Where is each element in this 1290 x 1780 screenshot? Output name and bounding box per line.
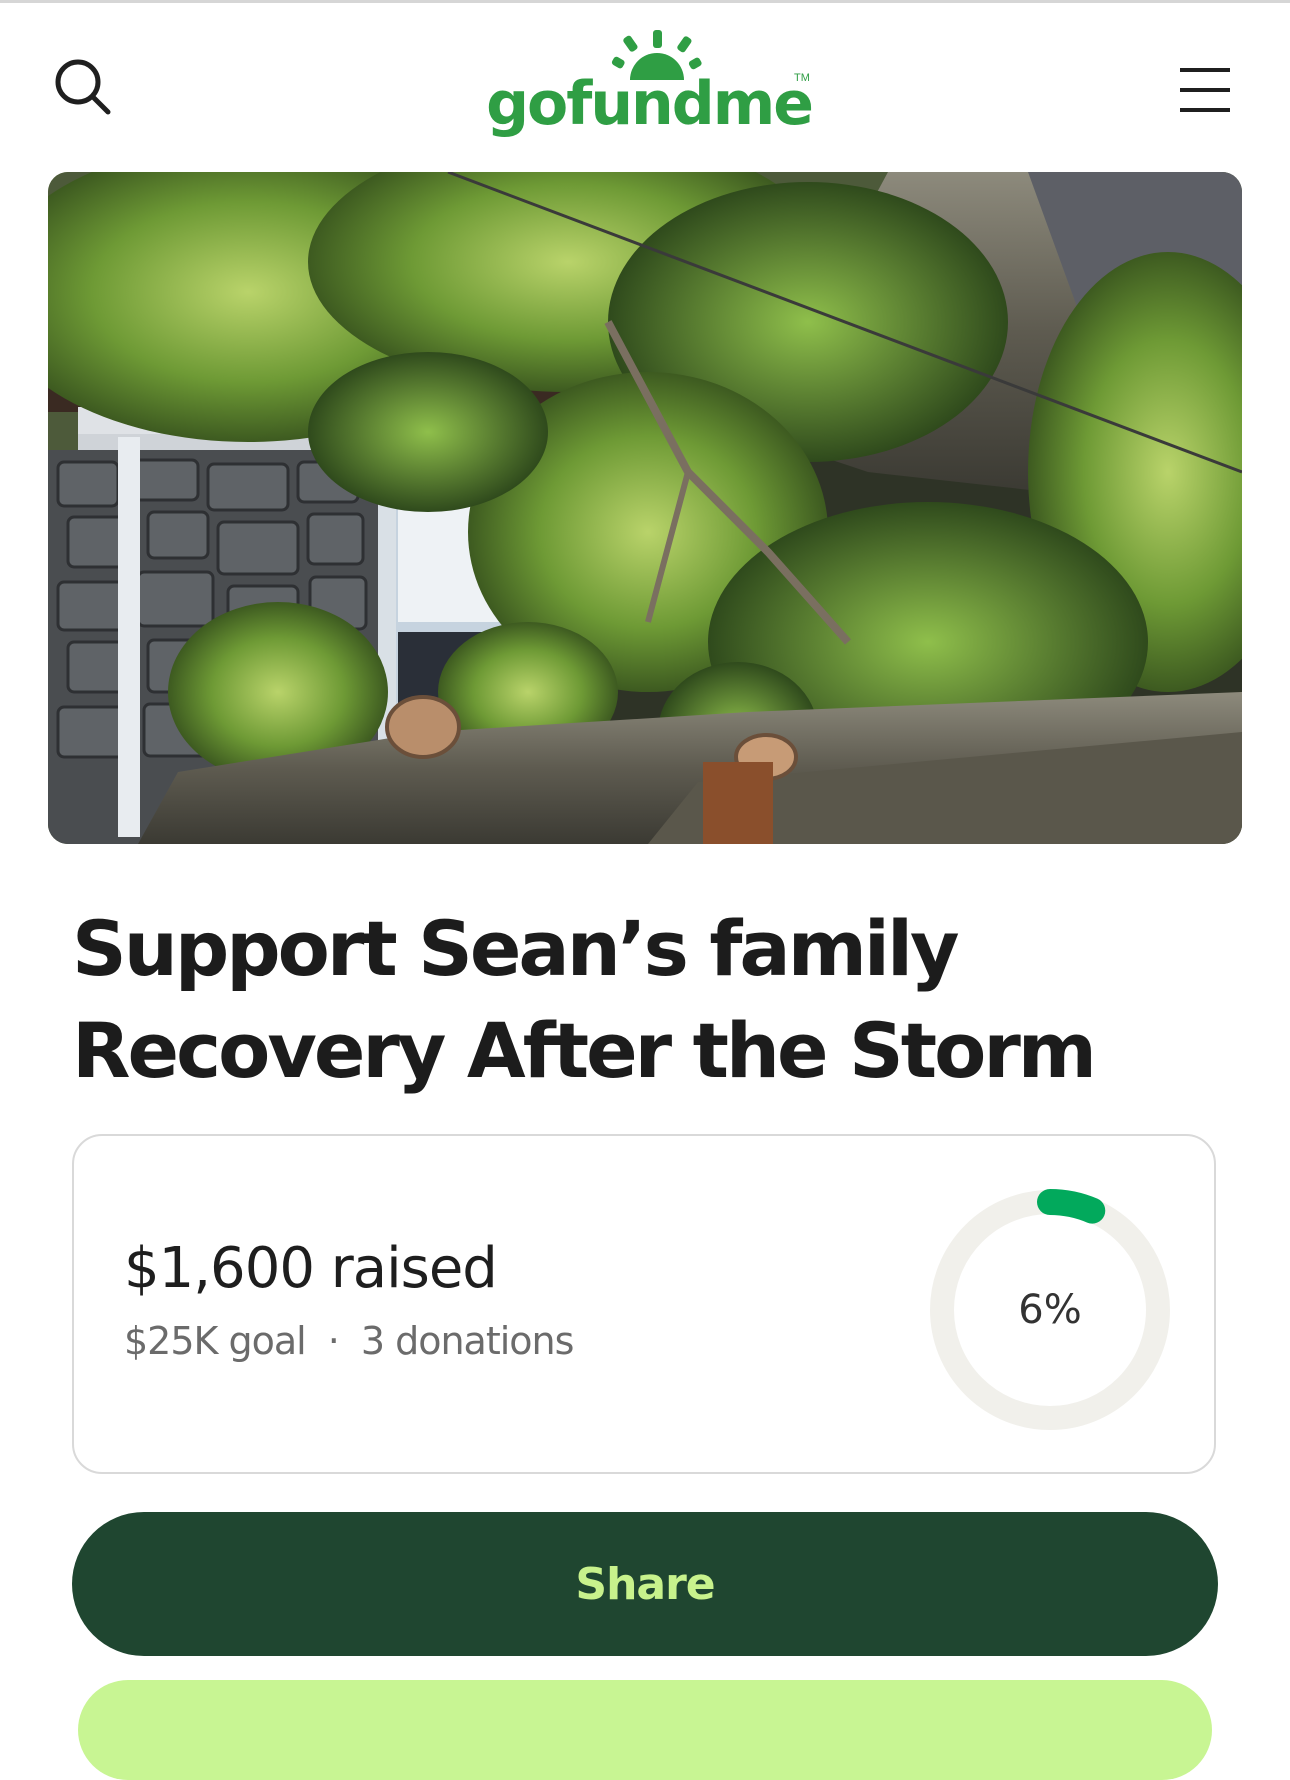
amount-raised: $1,600 raised [124, 1236, 498, 1301]
logo-wordmark: gofundme [486, 69, 814, 139]
goal-amount: $25K goal [124, 1319, 307, 1363]
menu-button[interactable] [1176, 62, 1234, 118]
separator-dot: · [327, 1319, 340, 1363]
share-button[interactable]: Share [72, 1512, 1218, 1656]
campaign-title-line-1: Support Sean’s family [72, 904, 960, 993]
campaign-title-line-2: Recovery After the Storm [72, 1006, 1097, 1095]
donation-count: 3 donations [360, 1319, 575, 1363]
campaign-image[interactable] [48, 172, 1242, 844]
hamburger-menu-icon [1180, 68, 1230, 112]
trademark-mark: TM [794, 72, 810, 84]
progress-percent: 6% [1018, 1287, 1082, 1333]
goal-and-donations: $25K goal · 3 donations [124, 1319, 575, 1363]
search-icon [55, 59, 111, 115]
top-divider [0, 0, 1290, 3]
search-button[interactable] [52, 56, 116, 120]
donate-button[interactable] [78, 1680, 1212, 1780]
campaign-title: Support Sean’s family Recovery After the… [72, 898, 1172, 1102]
gofundme-logo[interactable]: gofundme TM [484, 30, 814, 150]
progress-card[interactable]: $1,600 raised $25K goal · 3 donations 6% [72, 1134, 1216, 1474]
